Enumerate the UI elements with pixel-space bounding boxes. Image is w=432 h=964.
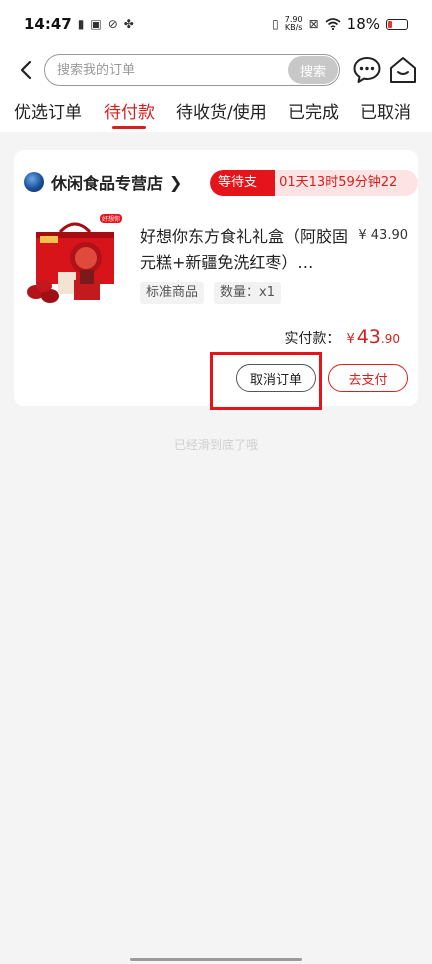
store-logo xyxy=(24,172,44,192)
search-button[interactable]: 搜索 xyxy=(288,56,338,84)
tab-pending-payment[interactable]: 待付款 xyxy=(104,98,155,123)
net-speed-unit: KB/s xyxy=(284,23,303,32)
total-label: 实付款： xyxy=(284,331,341,347)
status-right: ▯ 7.90 KB/s ⊠ 18% xyxy=(272,15,408,33)
total-amount-integer: 43 xyxy=(356,326,381,348)
tab-completed[interactable]: 已完成 xyxy=(288,98,339,123)
net-speed: 7.90 KB/s xyxy=(285,16,303,32)
no-sim-icon: ⊠ xyxy=(308,17,319,31)
product-brand-label: 好想你 xyxy=(102,215,120,223)
product-image[interactable]: 好想你 xyxy=(24,210,124,310)
tab-preferred-orders[interactable]: 优选订单 xyxy=(14,98,82,123)
store-link[interactable]: 休闲食品专营店 ❯ xyxy=(24,170,182,194)
wifi-icon xyxy=(325,18,341,30)
clover-icon: ✤ xyxy=(123,17,134,31)
search-input[interactable] xyxy=(45,55,288,85)
battery-icon xyxy=(386,18,408,30)
order-card[interactable]: 休闲食品专营店 ❯ 等待支付 01天13时59分钟22秒 好想你 好想你东方食礼… xyxy=(14,150,418,406)
total-amount-decimal: .90 xyxy=(380,332,400,346)
home-icon xyxy=(390,57,416,83)
tab-pending-receipt[interactable]: 待收货/使用 xyxy=(176,98,267,123)
total-currency: ¥ xyxy=(346,332,355,347)
status-label: 等待支付 xyxy=(210,170,276,196)
product-quantity: 数量：x1 xyxy=(214,282,281,304)
home-indicator[interactable] xyxy=(130,958,302,961)
active-tab-indicator xyxy=(112,126,146,129)
end-of-list-note: 已经滑到底了哦 xyxy=(173,438,258,452)
order-tabs: 优选订单 待付款 待收货/使用 已完成 已取消 xyxy=(0,92,432,132)
go-pay-button[interactable]: 去支付 xyxy=(328,364,408,392)
header: 搜索 xyxy=(0,48,432,92)
order-status-badge: 等待支付 01天13时59分钟22秒 xyxy=(210,170,418,196)
back-button[interactable] xyxy=(12,56,40,84)
sim-icon: ▮ xyxy=(77,17,85,31)
link-icon: ⊘ xyxy=(107,17,118,31)
status-bar: 14:47 ▮ ▣ ⊘ ✤ ▯ 7.90 KB/s ⊠ 18% xyxy=(0,0,432,48)
chevron-right-icon: ❯ xyxy=(169,172,183,192)
home-button[interactable] xyxy=(388,55,418,85)
search-box[interactable]: 搜索 xyxy=(44,54,340,86)
app-notification-icon: ▣ xyxy=(90,17,102,31)
store-name: 休闲食品专营店 xyxy=(51,174,164,193)
back-arrow-icon xyxy=(20,60,32,80)
chat-bubble-icon xyxy=(353,57,381,83)
status-time: 14:47 xyxy=(24,15,72,33)
cancel-order-button[interactable]: 取消订单 xyxy=(236,364,316,392)
product-title[interactable]: 好想你东方食礼礼盒（阿胶固元糕+新疆免洗红枣）… xyxy=(140,224,350,276)
vibrate-icon: ▯ xyxy=(272,17,279,31)
status-left: 14:47 ▮ ▣ ⊘ ✤ xyxy=(24,15,134,33)
payment-countdown: 01天13时59分钟22秒 xyxy=(275,170,418,196)
battery-percent: 18% xyxy=(346,15,380,33)
product-price: ¥ 43.90 xyxy=(358,228,408,243)
message-button[interactable] xyxy=(352,55,382,85)
product-type-tag: 标准商品 xyxy=(140,282,205,304)
order-total: 实付款： ¥ 43 .90 xyxy=(284,326,400,348)
tab-cancelled[interactable]: 已取消 xyxy=(360,98,411,123)
